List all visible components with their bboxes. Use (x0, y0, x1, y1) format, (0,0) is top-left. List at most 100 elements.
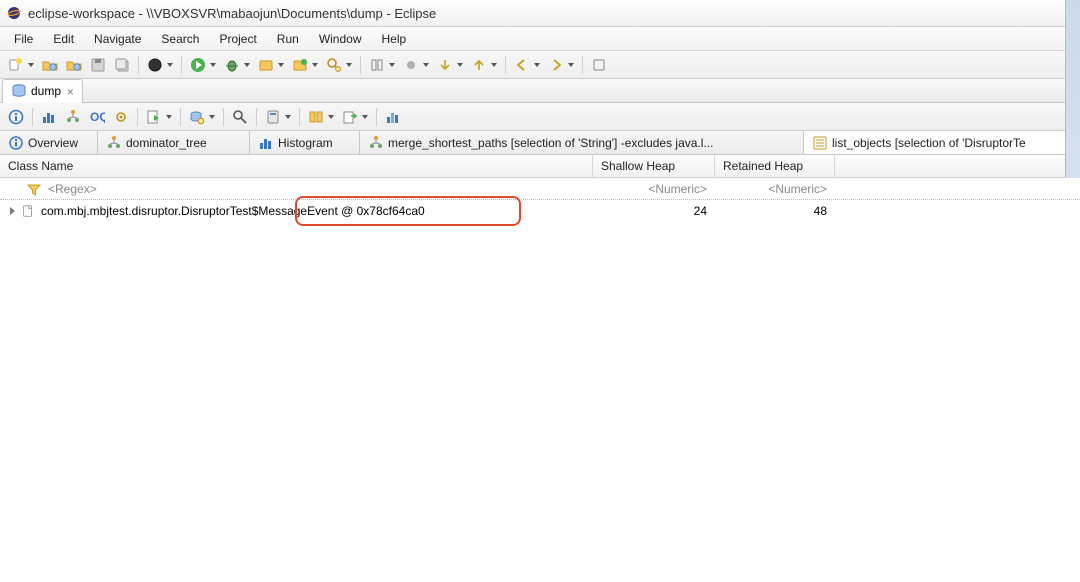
gear-icon (113, 109, 129, 125)
separator (181, 56, 182, 74)
mat-toolbar: OQL (0, 103, 1080, 131)
chevron-down-icon (166, 115, 172, 119)
table-body: <Regex> <Numeric> <Numeric> com.mbj.mbjt… (0, 178, 1080, 582)
new-class-button[interactable] (288, 54, 322, 76)
editor-tab-dump[interactable]: dump ✕ (2, 79, 83, 103)
back-icon (514, 57, 530, 73)
tab-dominator-tree[interactable]: dominator_tree (98, 131, 250, 154)
info-icon (8, 109, 24, 125)
menu-file[interactable]: File (4, 29, 43, 49)
export-icon (342, 109, 358, 125)
table-header: Class Name Shallow Heap Retained Heap (0, 155, 1080, 178)
svg-text:OQL: OQL (90, 110, 105, 124)
breakpoint-icon (403, 57, 419, 73)
menu-search[interactable]: Search (151, 29, 209, 49)
open-dump-2-button[interactable] (62, 54, 86, 76)
chevron-down-icon (389, 63, 395, 67)
oql-button[interactable]: OQL (85, 106, 109, 128)
find-button[interactable] (228, 106, 252, 128)
tab-label: Histogram (278, 136, 333, 150)
chevron-down-icon (534, 63, 540, 67)
chevron-down-icon (568, 63, 574, 67)
compare-button[interactable] (304, 106, 338, 128)
new-button[interactable] (4, 54, 38, 76)
save-all-button[interactable] (110, 54, 134, 76)
thread-button[interactable] (109, 106, 133, 128)
pin-button[interactable] (587, 54, 611, 76)
column-retained-heap[interactable]: Retained Heap (715, 155, 835, 177)
oql-icon: OQL (89, 109, 105, 125)
tree-icon (65, 109, 81, 125)
chevron-down-icon (244, 63, 250, 67)
chevron-down-icon (28, 63, 34, 67)
toggle-mark-button[interactable] (365, 54, 399, 76)
heap-dump-icon (11, 83, 27, 99)
eclipse-icon (6, 5, 22, 21)
separator (32, 108, 33, 126)
separator (505, 56, 506, 74)
separator (223, 108, 224, 126)
java-package-icon (258, 57, 274, 73)
tab-histogram[interactable]: Histogram (250, 131, 360, 154)
debug-button[interactable] (220, 54, 254, 76)
numeric-placeholder: <Numeric> (648, 182, 707, 196)
column-label: Shallow Heap (601, 159, 675, 173)
column-label: Retained Heap (723, 159, 803, 173)
column-shallow-heap[interactable]: Shallow Heap (593, 155, 715, 177)
arrow-down-icon (437, 57, 453, 73)
stop-button[interactable] (143, 54, 177, 76)
run-icon (190, 57, 206, 73)
tab-merge-shortest-paths[interactable]: merge_shortest_paths [selection of 'Stri… (360, 131, 804, 154)
histogram-grouped-icon (385, 109, 401, 125)
folder-heap-icon (66, 57, 82, 73)
query-heap-button[interactable] (185, 106, 219, 128)
open-dump-button[interactable] (38, 54, 62, 76)
new-java-button[interactable] (254, 54, 288, 76)
back-button[interactable] (510, 54, 544, 76)
folder-heap-icon (42, 57, 58, 73)
separator (256, 108, 257, 126)
run-report-icon (146, 109, 162, 125)
separator (137, 108, 138, 126)
forward-button[interactable] (544, 54, 578, 76)
menu-project[interactable]: Project (209, 29, 266, 49)
filter-row[interactable]: <Regex> <Numeric> <Numeric> (0, 178, 1080, 200)
tab-overview[interactable]: Overview (0, 131, 98, 154)
menu-window[interactable]: Window (309, 29, 372, 49)
table-row[interactable]: com.mbj.mbjtest.disruptor.DisruptorTest$… (0, 200, 1080, 222)
calculator-icon (265, 109, 281, 125)
editor-tab-label: dump (31, 84, 61, 98)
search-icon (326, 57, 342, 73)
group-by-button[interactable] (381, 106, 405, 128)
search-button[interactable] (322, 54, 356, 76)
tab-label: merge_shortest_paths [selection of 'Stri… (388, 136, 713, 150)
menu-navigate[interactable]: Navigate (84, 29, 151, 49)
histogram-button[interactable] (37, 106, 61, 128)
chevron-down-icon (209, 115, 215, 119)
window-title: eclipse-workspace - \\VBOXSVR\mabaojun\D… (28, 6, 436, 21)
separator (138, 56, 139, 74)
menu-run[interactable]: Run (267, 29, 309, 49)
separator (299, 108, 300, 126)
column-label: Class Name (8, 159, 73, 173)
save-button[interactable] (86, 54, 110, 76)
overview-button[interactable] (4, 106, 28, 128)
run-button[interactable] (186, 54, 220, 76)
next-ann-button[interactable] (433, 54, 467, 76)
prev-ann-button[interactable] (467, 54, 501, 76)
search-icon (232, 109, 248, 125)
toggle-breakpoint-button[interactable] (399, 54, 433, 76)
histogram-icon (258, 135, 274, 151)
close-icon[interactable]: ✕ (67, 85, 74, 98)
bug-icon (224, 57, 240, 73)
dominator-tree-button[interactable] (61, 106, 85, 128)
expand-arrow-icon[interactable] (10, 207, 15, 215)
numeric-placeholder: <Numeric> (768, 182, 827, 196)
menu-help[interactable]: Help (372, 29, 417, 49)
run-report-button[interactable] (142, 106, 176, 128)
calculator-button[interactable] (261, 106, 295, 128)
column-class-name[interactable]: Class Name (0, 155, 593, 177)
export-button[interactable] (338, 106, 372, 128)
menu-edit[interactable]: Edit (43, 29, 84, 49)
tab-list-objects[interactable]: list_objects [selection of 'DisruptorTe (804, 131, 1080, 154)
